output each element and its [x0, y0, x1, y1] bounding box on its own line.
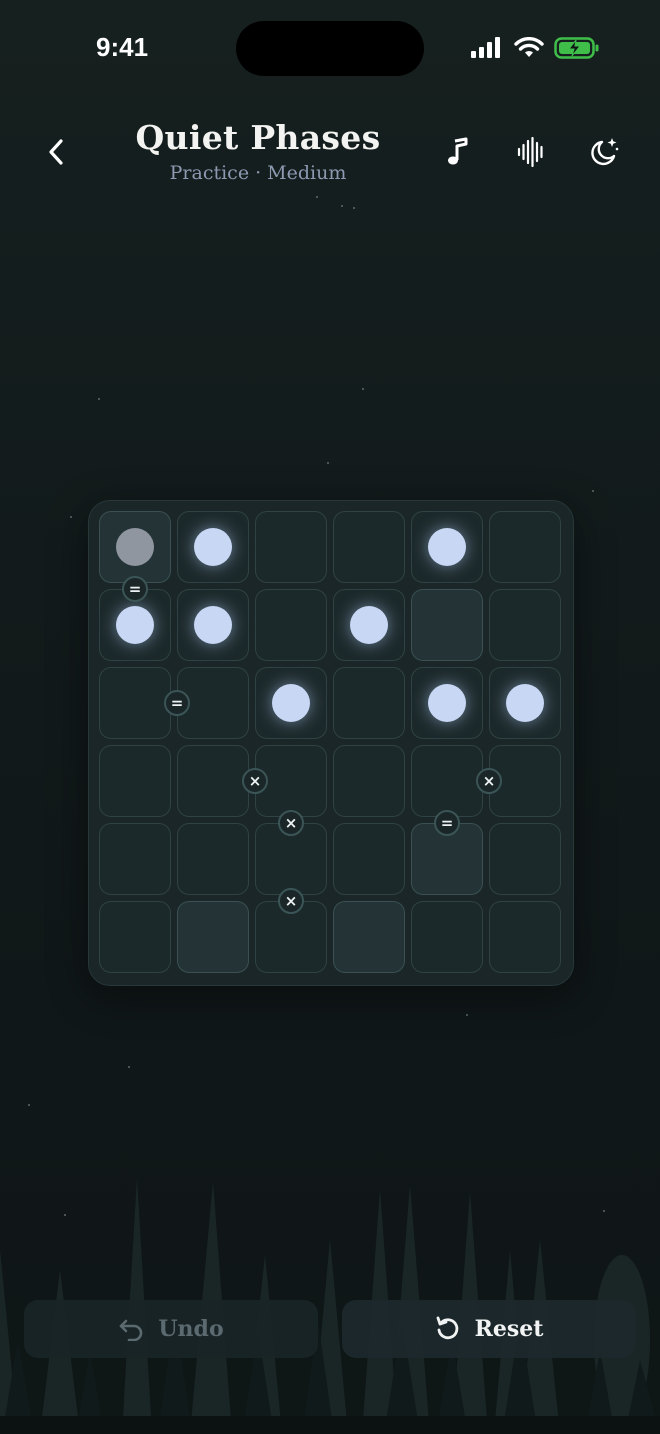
board-cell[interactable]	[333, 823, 405, 895]
full-moon-icon	[272, 684, 310, 722]
crescent-moon-icon	[355, 685, 373, 721]
board-cell[interactable]	[489, 823, 561, 895]
full-moon-icon	[506, 684, 544, 722]
music-button[interactable]	[440, 134, 476, 170]
full-moon-icon	[428, 684, 466, 722]
status-icons	[470, 36, 600, 60]
board-cell[interactable]	[411, 745, 483, 817]
full-moon-icon	[116, 606, 154, 644]
equal-constraint-badge: =	[122, 576, 148, 602]
board-cell[interactable]	[333, 667, 405, 739]
board-cell[interactable]	[333, 745, 405, 817]
board-cell[interactable]	[177, 823, 249, 895]
board-cell[interactable]	[489, 511, 561, 583]
crescent-moon-icon	[199, 763, 217, 799]
equal-constraint-badge: =	[164, 690, 190, 716]
dynamic-island	[236, 21, 424, 76]
undo-label: Undo	[158, 1316, 224, 1342]
opposite-constraint-badge: ×	[242, 768, 268, 794]
reset-arrow-icon	[436, 1316, 458, 1340]
undo-arrow-icon	[120, 1319, 143, 1341]
board-cell	[177, 901, 249, 973]
board-cell[interactable]	[411, 511, 483, 583]
board-cell[interactable]	[489, 901, 561, 973]
crescent-moon-icon	[355, 919, 373, 955]
opposite-constraint-badge: ×	[278, 888, 304, 914]
full-moon-icon	[194, 528, 232, 566]
board-cell[interactable]	[333, 511, 405, 583]
board-cell	[99, 511, 171, 583]
sound-button[interactable]	[513, 134, 549, 170]
board-cell	[333, 901, 405, 973]
board-cell[interactable]	[255, 511, 327, 583]
crescent-moon-icon	[199, 919, 217, 955]
board-cell[interactable]	[411, 901, 483, 973]
undo-button[interactable]: Undo	[24, 1300, 318, 1358]
board-cell[interactable]	[99, 667, 171, 739]
crescent-moon-icon	[277, 529, 295, 565]
full-moon-icon	[116, 528, 154, 566]
board-cell[interactable]	[99, 745, 171, 817]
reset-label: Reset	[474, 1316, 544, 1342]
crescent-moon-icon	[121, 685, 139, 721]
board-cell	[411, 589, 483, 661]
full-moon-icon	[428, 528, 466, 566]
crescent-moon-icon	[511, 529, 529, 565]
page-title: Quiet Phases	[135, 118, 381, 157]
crescent-moon-icon	[355, 529, 373, 565]
cellular-signal-icon	[471, 37, 500, 58]
crescent-moon-icon	[199, 685, 217, 721]
opposite-constraint-badge: ×	[278, 810, 304, 836]
crescent-moon-icon	[121, 763, 139, 799]
board-cell[interactable]	[411, 667, 483, 739]
full-moon-icon	[350, 606, 388, 644]
board-cell[interactable]	[177, 589, 249, 661]
board-cell[interactable]	[255, 589, 327, 661]
board-cell[interactable]	[333, 589, 405, 661]
crescent-moon-icon	[433, 841, 451, 877]
crescent-moon-icon	[433, 607, 451, 643]
equal-constraint-badge: =	[434, 810, 460, 836]
wifi-icon	[514, 37, 544, 57]
crescent-moon-icon	[511, 607, 529, 643]
page-subtitle: Practice · Medium	[169, 162, 347, 184]
puzzle-board: = = × × × = ×	[88, 500, 574, 986]
board-cell[interactable]	[489, 589, 561, 661]
opposite-constraint-badge: ×	[476, 768, 502, 794]
music-note-icon	[448, 137, 468, 165]
board-cell[interactable]	[99, 901, 171, 973]
status-time: 9:41	[96, 32, 149, 62]
full-moon-icon	[194, 606, 232, 644]
board-cell[interactable]	[489, 667, 561, 739]
moon-stars-icon	[591, 138, 619, 166]
board-cell[interactable]	[177, 745, 249, 817]
battery-charging-icon	[554, 37, 599, 59]
board-cell[interactable]	[177, 511, 249, 583]
board-cell[interactable]	[255, 667, 327, 739]
theme-button[interactable]	[586, 134, 622, 170]
board-cell[interactable]	[99, 823, 171, 895]
waveform-icon	[517, 137, 543, 167]
reset-button[interactable]: Reset	[342, 1300, 636, 1358]
crescent-moon-icon	[277, 607, 295, 643]
